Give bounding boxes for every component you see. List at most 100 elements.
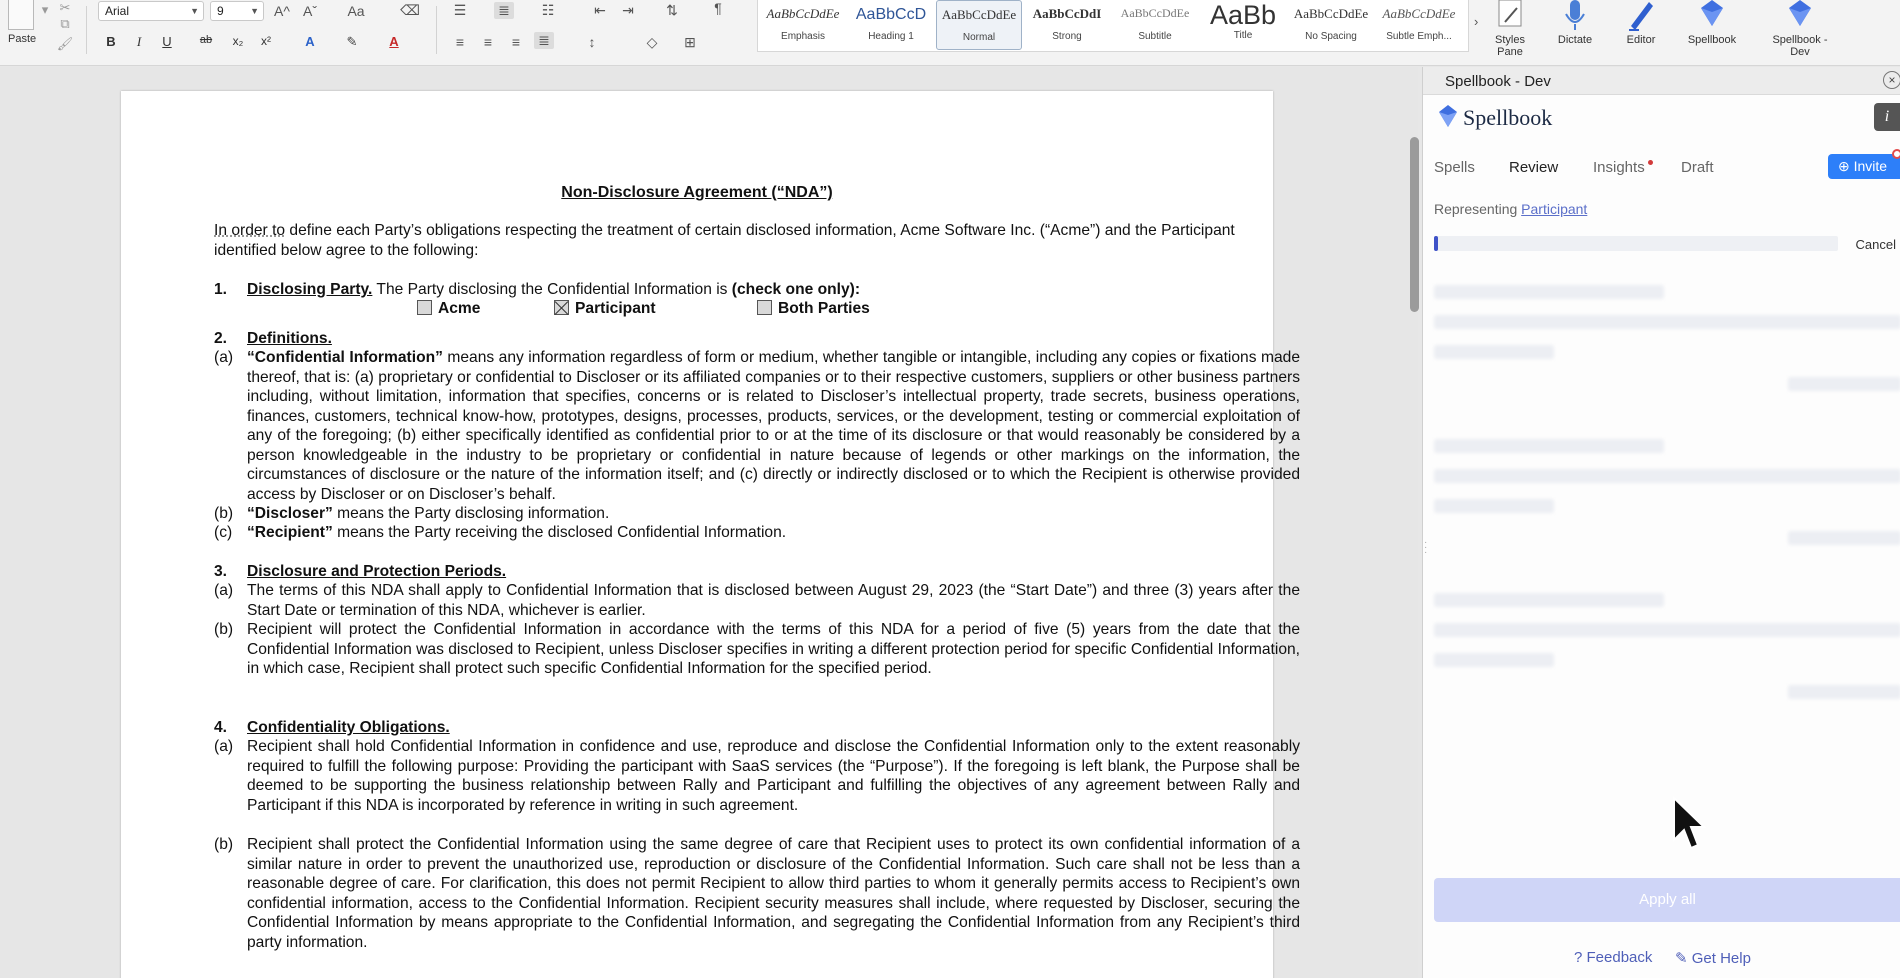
apply-all-button[interactable]: Apply all [1434, 878, 1900, 922]
intro-paragraph: In order to define each Party’s obligati… [214, 221, 1300, 260]
checkbox-both-parties[interactable]: Both Parties [757, 300, 870, 318]
superscript-button[interactable]: x² [256, 34, 276, 48]
style-title[interactable]: AaBb Title [1200, 0, 1286, 50]
sort-icon[interactable]: ⇅ [662, 2, 682, 19]
paste-button-label[interactable]: Paste [8, 33, 36, 45]
checkbox-participant[interactable]: Participant [554, 300, 656, 318]
subscript-button[interactable]: x₂ [228, 34, 248, 48]
paste-dropdown-icon[interactable]: ▾ [36, 2, 54, 18]
get-help-label: Get Help [1691, 950, 1751, 967]
editor-button[interactable]: Editor [1616, 0, 1666, 60]
bold-button[interactable]: B [101, 34, 121, 49]
font-size-select[interactable]: 9 ▼ [210, 1, 264, 21]
align-left-icon[interactable]: ≡ [450, 34, 470, 50]
loading-skeleton [1434, 593, 1664, 607]
style-strong[interactable]: AaBbCcDdI Strong [1024, 0, 1110, 50]
style-emphasis[interactable]: AaBbCcDdEe Emphasis [760, 0, 846, 50]
chevron-right-icon[interactable]: › [1474, 14, 1478, 29]
editor-pen-icon [1629, 2, 1653, 31]
section-number: 1. [214, 281, 228, 298]
section-heading: Confidentiality Obligations. [247, 719, 450, 736]
chevron-down-icon: ▼ [190, 6, 199, 16]
change-case-button[interactable]: Aa [346, 3, 366, 19]
style-no-spacing[interactable]: AaBbCcDdEe No Spacing [1288, 0, 1374, 50]
tab-spells[interactable]: Spells [1434, 159, 1475, 176]
shrink-font-button[interactable]: Aˇ [300, 3, 320, 19]
font-color-icon[interactable]: A [384, 34, 404, 49]
style-subtle-emphasis[interactable]: AaBbCcDdEe Subtle Emph... [1376, 0, 1462, 50]
spellbook-dev-ribbon-button[interactable]: Spellbook - Dev [1760, 0, 1840, 60]
decrease-indent-icon[interactable]: ⇤ [590, 2, 610, 19]
section-1: 1. Disclosing Party. The Party disclosing… [214, 280, 1300, 300]
loading-skeleton [1434, 315, 1900, 329]
italic-button[interactable]: I [129, 34, 149, 50]
font-name-select[interactable]: Arial ▼ [98, 1, 204, 21]
close-icon[interactable]: × [1883, 71, 1900, 89]
numbering-icon[interactable]: ≣ [494, 2, 514, 19]
pane-resize-grip[interactable]: · · · [1424, 538, 1427, 558]
cut-icon[interactable]: ✂ [56, 0, 74, 16]
style-sample: AaBbCcDdEe [1120, 6, 1190, 20]
invite-button[interactable]: ⊕ Invite [1828, 154, 1900, 179]
cancel-button[interactable]: Cancel [1856, 237, 1896, 252]
clause-text: Recipient shall protect the Confidential… [247, 836, 1300, 951]
style-normal[interactable]: AaBbCcDdEe Normal [936, 0, 1022, 50]
bullets-icon[interactable]: ☰ [450, 2, 470, 19]
multilevel-list-icon[interactable]: ☷ [538, 2, 558, 19]
highlight-pen-icon[interactable]: ✎ [342, 34, 362, 50]
section-4: 4. Confidentiality Obligations. [214, 718, 450, 738]
representing-party-link[interactable]: Participant [1521, 201, 1587, 217]
justify-icon[interactable]: ≣ [534, 32, 554, 49]
representing-label: Representing [1434, 201, 1518, 217]
text-effects-icon[interactable]: A [300, 34, 320, 49]
style-sample: AaBbCcD [855, 6, 927, 23]
paste-icon[interactable] [8, 0, 34, 30]
shading-icon[interactable]: ◇ [642, 34, 662, 51]
tab-review[interactable]: Review [1509, 159, 1558, 176]
mouse-cursor-icon [1673, 796, 1706, 850]
line-spacing-icon[interactable]: ↕ [582, 34, 602, 50]
underline-button[interactable]: U [157, 34, 177, 49]
grow-font-button[interactable]: A^ [272, 3, 292, 19]
style-subtitle[interactable]: AaBbCcDdEe Subtitle [1112, 0, 1198, 50]
tab-insights[interactable]: Insights [1593, 159, 1645, 176]
clear-formatting-icon[interactable]: ⌫ [400, 2, 420, 19]
spellbook-label: Spellbook [1687, 34, 1737, 46]
document-page[interactable]: Non-Disclosure Agreement (“NDA”) In orde… [121, 91, 1300, 978]
styles-pane-button[interactable]: Styles Pane [1490, 0, 1530, 60]
spellbook-ribbon-button[interactable]: Spellbook [1680, 0, 1744, 60]
clause-label: (a) [214, 738, 234, 755]
strikethrough-button[interactable]: ab [196, 34, 216, 46]
clause-text: Recipient shall hold Confidential Inform… [247, 738, 1300, 814]
tab-draft[interactable]: Draft [1681, 159, 1714, 176]
section-number: 4. [214, 719, 228, 736]
clause-label: (b) [214, 621, 234, 638]
spellbook-gem-icon [1439, 105, 1457, 127]
loading-skeleton [1434, 469, 1900, 483]
document-scrollbar[interactable] [1410, 137, 1419, 312]
copy-icon[interactable]: ⧉ [56, 16, 74, 32]
style-name: Heading 1 [868, 31, 914, 42]
dictate-button[interactable]: Dictate [1550, 0, 1600, 60]
add-user-icon: ⊕ [1838, 158, 1854, 174]
checkbox-acme[interactable]: Acme [417, 300, 480, 318]
defined-term: “Recipient” [247, 524, 333, 541]
style-heading-1[interactable]: AaBbCcD Heading 1 [848, 0, 934, 50]
help-question-icon: ? [1574, 949, 1583, 966]
style-name: Strong [1052, 31, 1082, 42]
borders-icon[interactable]: ⊞ [680, 34, 700, 51]
format-painter-icon[interactable]: 🖌 [56, 36, 74, 52]
section-2: 2. Definitions. [214, 329, 332, 349]
align-right-icon[interactable]: ≡ [506, 34, 526, 50]
clause-4b: (b) Recipient shall protect the Confiden… [214, 835, 1300, 952]
info-icon[interactable]: i [1874, 103, 1900, 131]
checkbox-label: Acme [438, 300, 481, 317]
chevron-down-icon: ▼ [250, 6, 259, 16]
style-sample: AaBbCcDdEe [766, 6, 840, 21]
feedback-link[interactable]: ? Feedback [1574, 949, 1652, 966]
style-sample: AaBb [1209, 0, 1277, 28]
show-formatting-icon[interactable]: ¶ [708, 0, 728, 16]
get-help-link[interactable]: ✎ Get Help [1675, 949, 1751, 967]
align-center-icon[interactable]: ≡ [478, 34, 498, 50]
increase-indent-icon[interactable]: ⇥ [618, 2, 638, 19]
